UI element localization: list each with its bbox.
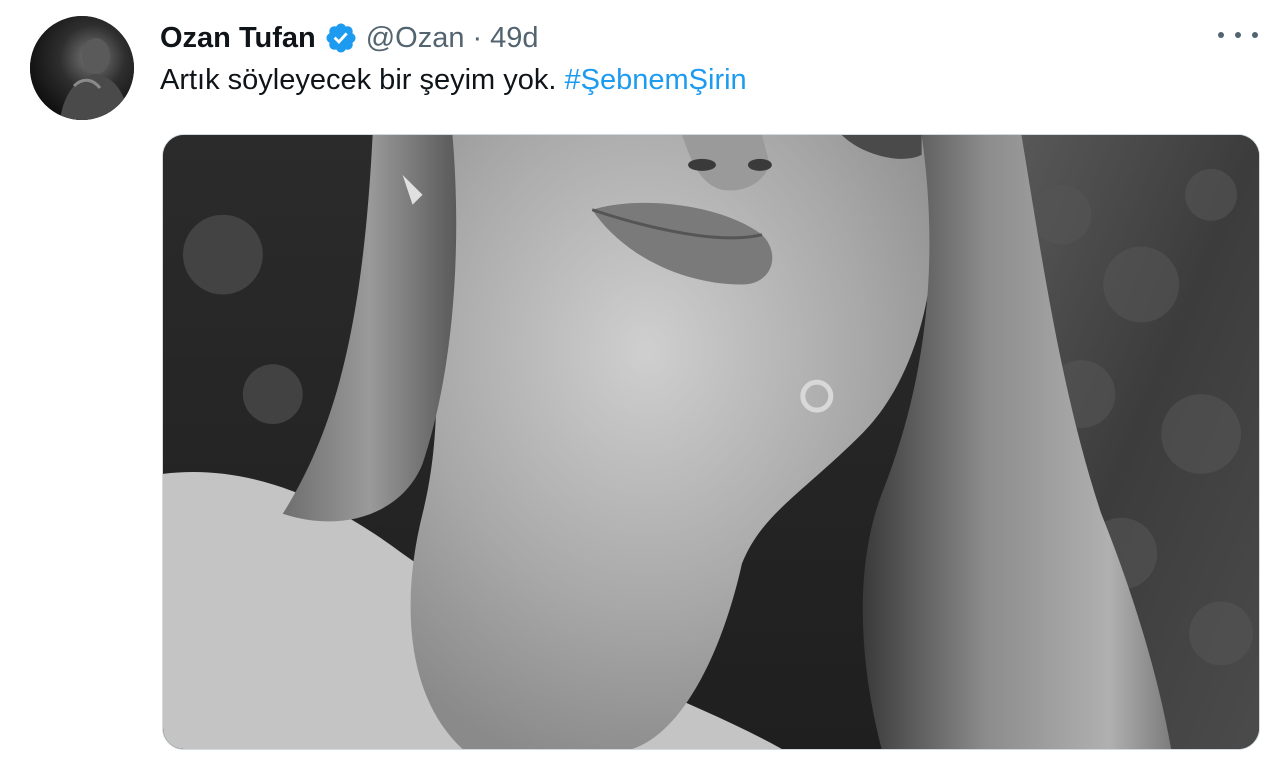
- tweet-header: Ozan Tufan @Ozan · 49d: [160, 18, 539, 58]
- tweet-timestamp[interactable]: 49d: [490, 22, 538, 55]
- tweet-text-body: Artık söyleyecek bir şeyim yok.: [160, 64, 557, 96]
- tweet[interactable]: Ozan Tufan @Ozan · 49d Artık söyleyecek …: [0, 0, 1280, 770]
- author-name[interactable]: Ozan Tufan: [160, 22, 316, 55]
- separator-dot: ·: [472, 21, 483, 54]
- avatar-image: [30, 16, 134, 120]
- tweet-media-image[interactable]: [162, 134, 1260, 750]
- author-handle[interactable]: @Ozan: [366, 22, 465, 55]
- hashtag-link[interactable]: #ŞebnemŞirin: [565, 64, 747, 96]
- verified-badge-icon: [324, 21, 358, 55]
- photo: [163, 135, 1259, 749]
- avatar[interactable]: [30, 16, 134, 120]
- tweet-text: Artık söyleyecek bir şeyim yok. #ŞebnemŞ…: [160, 64, 747, 97]
- ellipsis-icon[interactable]: [1218, 20, 1258, 50]
